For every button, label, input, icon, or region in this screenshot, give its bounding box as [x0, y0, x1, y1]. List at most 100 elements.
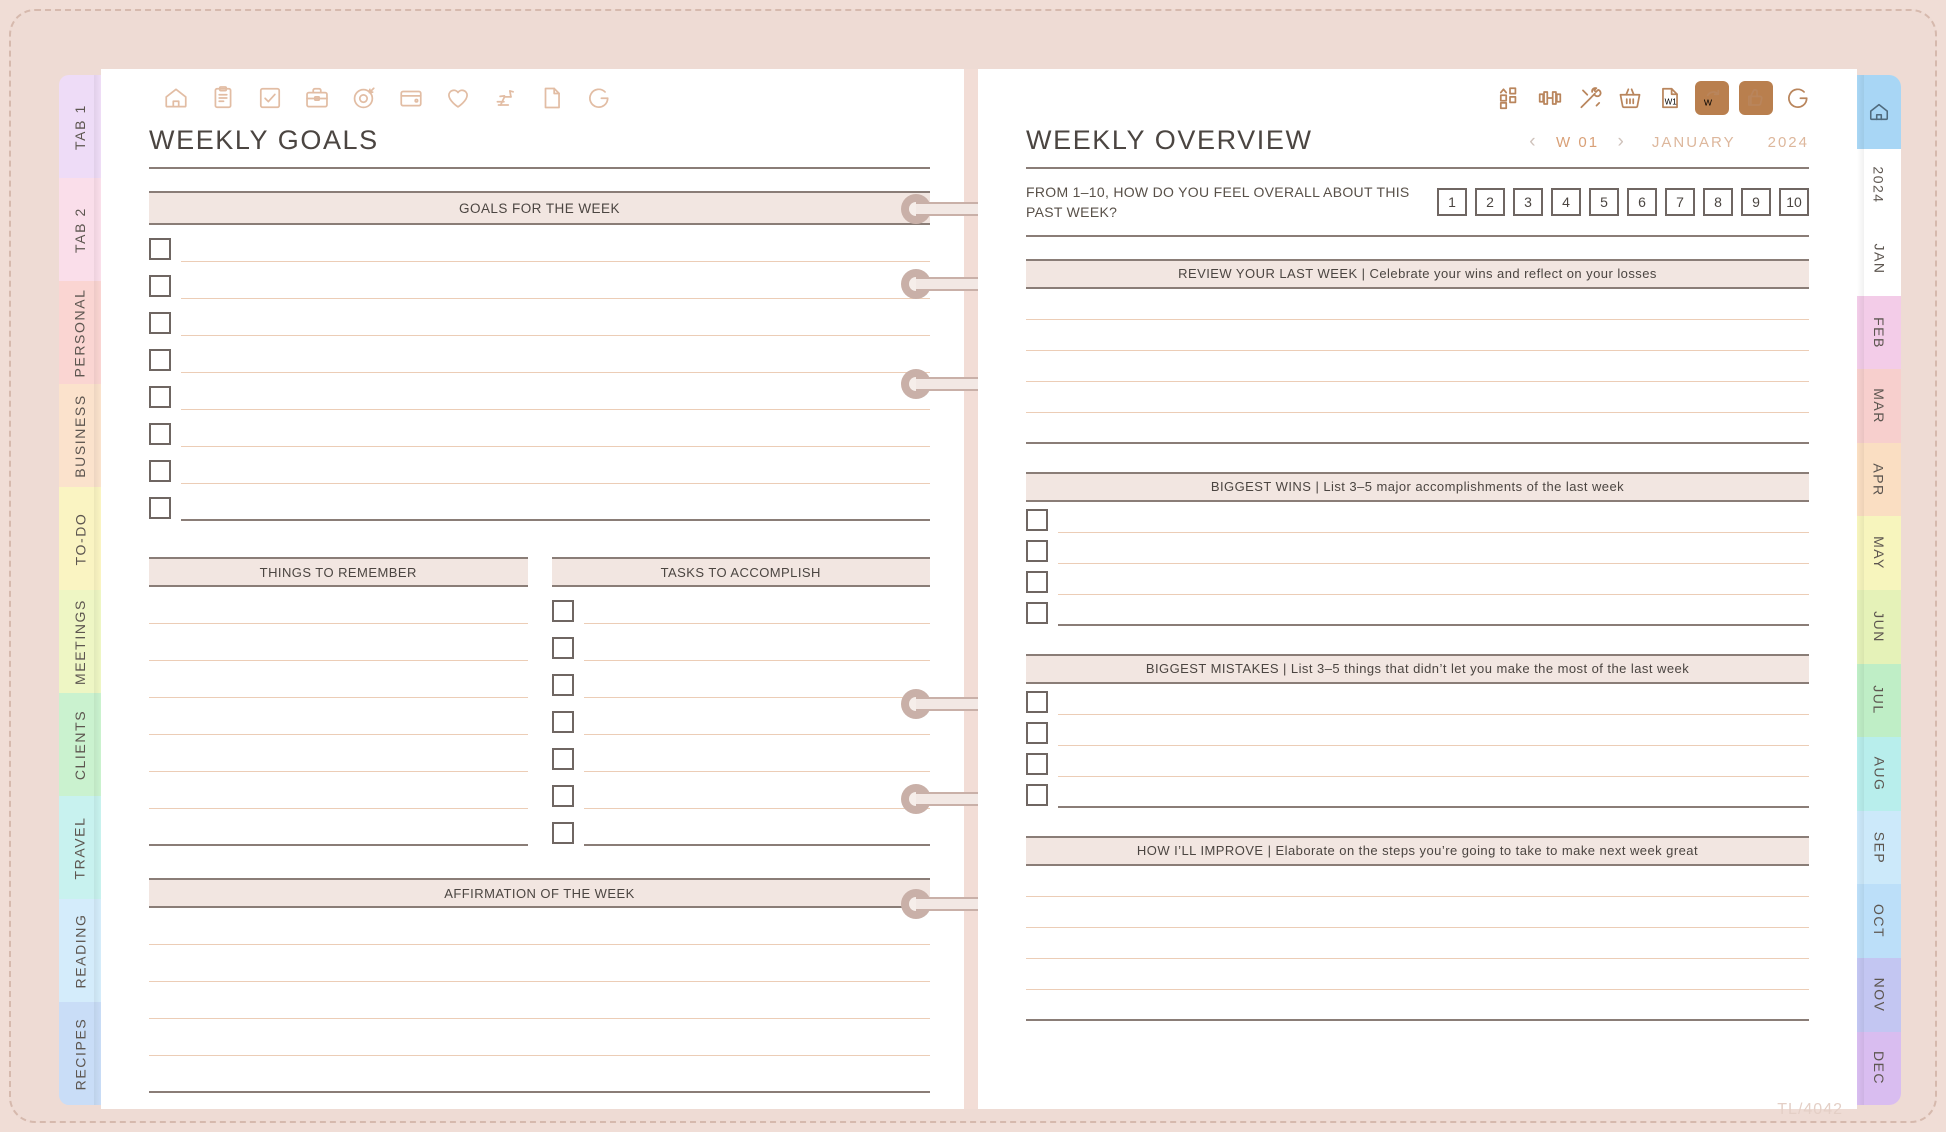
write-line[interactable]	[1058, 805, 1809, 808]
write-line[interactable]	[181, 519, 930, 521]
checkbox[interactable]	[551, 785, 574, 807]
checkbox[interactable]	[149, 312, 171, 334]
write-line[interactable]	[1026, 413, 1809, 444]
write-line[interactable]	[1026, 351, 1809, 382]
right-tab-feb[interactable]: FEB	[1857, 295, 1901, 370]
left-tab-recipes[interactable]: RECIPES	[59, 1002, 101, 1105]
current-year-label[interactable]: 2024	[1768, 134, 1809, 151]
g-logo-icon[interactable]	[584, 83, 614, 113]
right-tab-jul[interactable]: JUL	[1857, 663, 1901, 738]
checkbox[interactable]	[1026, 752, 1048, 775]
g-logo-icon[interactable]	[1783, 83, 1813, 113]
write-line[interactable]	[1026, 928, 1809, 959]
right-tab-apr[interactable]: APR	[1857, 442, 1901, 517]
layout-grid-icon[interactable]	[1495, 83, 1525, 113]
current-month-label[interactable]: JANUARY	[1652, 134, 1736, 151]
right-tab-may[interactable]: MAY	[1857, 516, 1901, 591]
right-tab-aug[interactable]: AUG	[1857, 737, 1901, 811]
checkbox[interactable]	[149, 386, 171, 408]
left-tab-personal[interactable]: PERSONAL	[59, 281, 101, 384]
write-line[interactable]	[1058, 623, 1809, 626]
write-line[interactable]	[149, 735, 528, 772]
checkbox[interactable]	[551, 822, 574, 844]
rating-option-10[interactable]: 10	[1779, 188, 1809, 217]
left-tab-business[interactable]: BUSINESS	[59, 384, 101, 487]
checkbox[interactable]	[1026, 570, 1048, 593]
write-line[interactable]	[149, 1056, 930, 1093]
rating-option-8[interactable]: 8	[1703, 188, 1733, 217]
write-line[interactable]	[149, 908, 930, 945]
rating-option-7[interactable]: 7	[1665, 188, 1695, 217]
rating-option-4[interactable]: 4	[1551, 188, 1581, 217]
right-tab-oct[interactable]: OCT	[1857, 884, 1901, 958]
rating-option-6[interactable]: 6	[1627, 188, 1657, 217]
checkbox[interactable]	[1026, 721, 1048, 744]
right-tab-2024[interactable]: 2024	[1857, 148, 1901, 223]
clipboard-icon[interactable]	[208, 83, 238, 113]
wallet-icon[interactable]	[396, 83, 426, 113]
checkbox[interactable]	[149, 497, 171, 519]
right-tab-mar[interactable]: MAR	[1857, 369, 1901, 443]
weekly-page-icon[interactable]: W1	[1655, 83, 1685, 113]
checkbox[interactable]	[149, 349, 171, 371]
checkbox[interactable]	[1026, 508, 1048, 531]
rating-option-1[interactable]: 1	[1437, 188, 1467, 217]
checkbox[interactable]	[551, 637, 574, 659]
right-tab-nov[interactable]: NOV	[1857, 957, 1901, 1032]
right-tab-jan[interactable]: JAN	[1857, 222, 1901, 296]
weekly-refresh-icon[interactable]: W	[1695, 81, 1729, 115]
current-week-label[interactable]: W 01	[1552, 134, 1604, 151]
left-tab-reading[interactable]: READING	[59, 899, 101, 1002]
left-tab-travel[interactable]: TRAVEL	[59, 796, 101, 899]
checkbox[interactable]	[1026, 539, 1048, 562]
rating-option-3[interactable]: 3	[1513, 188, 1543, 217]
checkbox[interactable]	[149, 460, 171, 482]
checkbox[interactable]	[551, 674, 574, 696]
right-tab-jun[interactable]: JUN	[1857, 590, 1901, 664]
checkbox[interactable]	[551, 600, 574, 622]
target-icon[interactable]	[349, 83, 379, 113]
checkbox[interactable]	[551, 711, 574, 733]
home-icon[interactable]	[161, 83, 191, 113]
write-line[interactable]	[149, 698, 528, 735]
write-line[interactable]	[583, 844, 930, 846]
write-line[interactable]	[149, 772, 528, 809]
write-line[interactable]	[149, 1019, 930, 1056]
basket-icon[interactable]	[1615, 83, 1645, 113]
weekly-thumbs-up-icon[interactable]	[1739, 81, 1773, 115]
prev-week-button[interactable]: ‹	[1529, 131, 1537, 153]
right-tab-sep[interactable]: SEP	[1857, 810, 1901, 885]
briefcase-icon[interactable]	[302, 83, 332, 113]
checkbox[interactable]	[1026, 690, 1048, 713]
right-tab-home[interactable]	[1857, 75, 1901, 149]
left-tab-tab-2[interactable]: TAB 2	[59, 178, 101, 281]
exercise-bike-icon[interactable]	[490, 83, 520, 113]
write-line[interactable]	[1026, 320, 1809, 351]
write-line[interactable]	[1026, 990, 1809, 1021]
checkbox-icon[interactable]	[255, 83, 285, 113]
checkbox[interactable]	[551, 748, 574, 770]
checkbox[interactable]	[149, 423, 171, 445]
rating-option-5[interactable]: 5	[1589, 188, 1619, 217]
page-icon[interactable]	[537, 83, 567, 113]
paint-tools-icon[interactable]	[1575, 83, 1605, 113]
checkbox[interactable]	[149, 275, 171, 297]
checkbox[interactable]	[1026, 601, 1048, 624]
write-line[interactable]	[149, 624, 528, 661]
dumbbell-icon[interactable]	[1535, 83, 1565, 113]
checkbox[interactable]	[1026, 783, 1048, 806]
write-line[interactable]	[1026, 897, 1809, 928]
left-tab-tab-1[interactable]: TAB 1	[59, 75, 101, 178]
heart-icon[interactable]	[443, 83, 473, 113]
write-line[interactable]	[149, 587, 528, 624]
checkbox[interactable]	[149, 238, 171, 260]
rating-option-2[interactable]: 2	[1475, 188, 1505, 217]
write-line[interactable]	[149, 945, 930, 982]
rating-option-9[interactable]: 9	[1741, 188, 1771, 217]
write-line[interactable]	[1026, 382, 1809, 413]
write-line[interactable]	[1026, 959, 1809, 990]
write-line[interactable]	[1026, 866, 1809, 897]
write-line[interactable]	[1026, 289, 1809, 320]
write-line[interactable]	[149, 809, 528, 846]
write-line[interactable]	[149, 982, 930, 1019]
